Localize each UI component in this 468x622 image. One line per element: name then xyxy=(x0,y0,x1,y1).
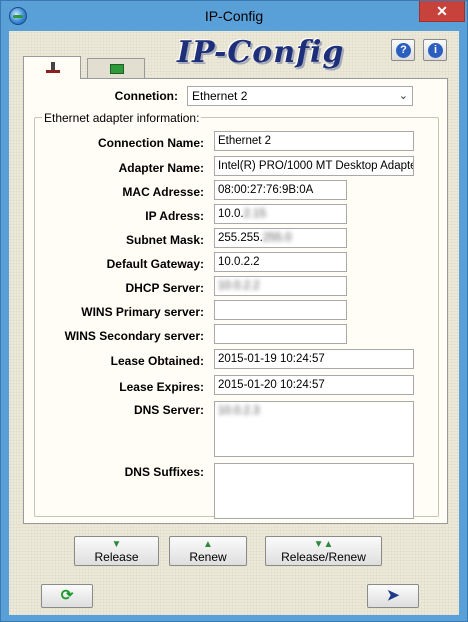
mac-label: MAC Adresse: xyxy=(122,185,204,199)
connection-label: Connetion: xyxy=(114,89,178,103)
main-window: IP-Config ✕ IP-Config ? i Connetion: Eth… xyxy=(0,0,468,622)
dns-suffixes-label: DNS Suffixes: xyxy=(124,465,204,479)
tab-network[interactable] xyxy=(87,58,145,79)
dns-server-blurred-value: 10.0.2.3 xyxy=(218,405,260,417)
renew-button[interactable]: ▲ Renew xyxy=(169,536,247,566)
info-button[interactable]: i xyxy=(423,39,447,61)
wins-secondary-label: WINS Secondary server: xyxy=(64,329,204,343)
gateway-field[interactable]: 10.0.2.2 xyxy=(214,252,347,272)
exit-door-icon: ➤ xyxy=(386,587,400,604)
wins-primary-label: WINS Primary server: xyxy=(81,305,204,319)
title-bar[interactable]: IP-Config ✕ xyxy=(1,1,467,31)
ip-blurred-value: 2.15 xyxy=(243,208,266,220)
dhcp-blurred-value: 10.0.2.2 xyxy=(218,280,260,292)
network-card-icon xyxy=(110,64,124,74)
ip-value: 10.0. xyxy=(218,208,244,220)
adapter-info-title: Ethernet adapter information: xyxy=(42,111,202,125)
client-area: IP-Config ? i Connetion: Ethernet 2 ⌄ Et… xyxy=(9,31,459,615)
tab-ethernet[interactable] xyxy=(23,56,81,79)
mac-field[interactable]: 08:00:27:76:9B:0A xyxy=(214,180,347,200)
dns-server-label: DNS Server: xyxy=(133,403,204,417)
dhcp-field[interactable]: 10.0.2.2 xyxy=(214,276,347,296)
release-renew-button[interactable]: ▼▲ Release/Renew xyxy=(265,536,382,566)
subnet-label: Subnet Mask: xyxy=(125,233,204,247)
subnet-blurred-value: 255.0 xyxy=(262,232,292,244)
wins-primary-field[interactable] xyxy=(214,300,347,320)
tab-panel: Connetion: Ethernet 2 ⌄ Ethernet adapter… xyxy=(23,78,448,524)
exit-button[interactable]: ➤ xyxy=(367,584,419,608)
renew-arrow-icon: ▲ xyxy=(203,539,213,550)
ethernet-plug-icon xyxy=(46,62,60,74)
wins-secondary-field[interactable] xyxy=(214,324,347,344)
help-button[interactable]: ? xyxy=(391,39,415,61)
connection-selected-value: Ethernet 2 xyxy=(192,89,248,103)
subnet-value: 255.255. xyxy=(218,232,263,244)
gateway-label: Default Gateway: xyxy=(106,257,204,271)
refresh-icon: ⟳ xyxy=(60,587,74,604)
help-icon: ? xyxy=(396,43,411,58)
renew-button-label: Renew xyxy=(189,550,227,564)
lease-obtained-label: Lease Obtained: xyxy=(110,354,204,368)
info-icon: i xyxy=(428,43,443,58)
refresh-button[interactable]: ⟳ xyxy=(41,584,93,608)
lease-expires-label: Lease Expires: xyxy=(119,380,204,394)
subnet-field[interactable]: 255.255.255.0 xyxy=(214,228,347,248)
release-arrow-icon: ▼ xyxy=(111,539,122,550)
release-button[interactable]: ▼ Release xyxy=(74,536,159,566)
ip-label: IP Adress: xyxy=(145,209,204,223)
chevron-down-icon: ⌄ xyxy=(398,90,408,102)
lease-obtained-field[interactable]: 2015-01-19 10:24:57 xyxy=(214,349,414,369)
dns-suffixes-field[interactable] xyxy=(214,463,414,519)
dhcp-label: DHCP Server: xyxy=(125,281,204,295)
release-renew-arrows-icon: ▼▲ xyxy=(313,539,334,550)
ip-field[interactable]: 10.0.2.15 xyxy=(214,204,347,224)
connection-name-label: Connection Name: xyxy=(97,136,204,150)
window-title: IP-Config xyxy=(204,8,264,24)
adapter-name-field[interactable]: Intel(R) PRO/1000 MT Desktop Adapter xyxy=(214,156,414,176)
app-banner: IP-Config xyxy=(177,35,345,70)
dns-server-field[interactable]: 10.0.2.3 xyxy=(214,401,414,457)
release-button-label: Release xyxy=(94,550,139,564)
connection-name-field[interactable]: Ethernet 2 xyxy=(214,131,414,151)
release-renew-button-label: Release/Renew xyxy=(281,550,366,564)
connection-select[interactable]: Ethernet 2 ⌄ xyxy=(187,86,413,106)
adapter-name-label: Adapter Name: xyxy=(118,161,204,175)
close-button[interactable]: ✕ xyxy=(419,1,465,22)
lease-expires-field[interactable]: 2015-01-20 10:24:57 xyxy=(214,375,414,395)
